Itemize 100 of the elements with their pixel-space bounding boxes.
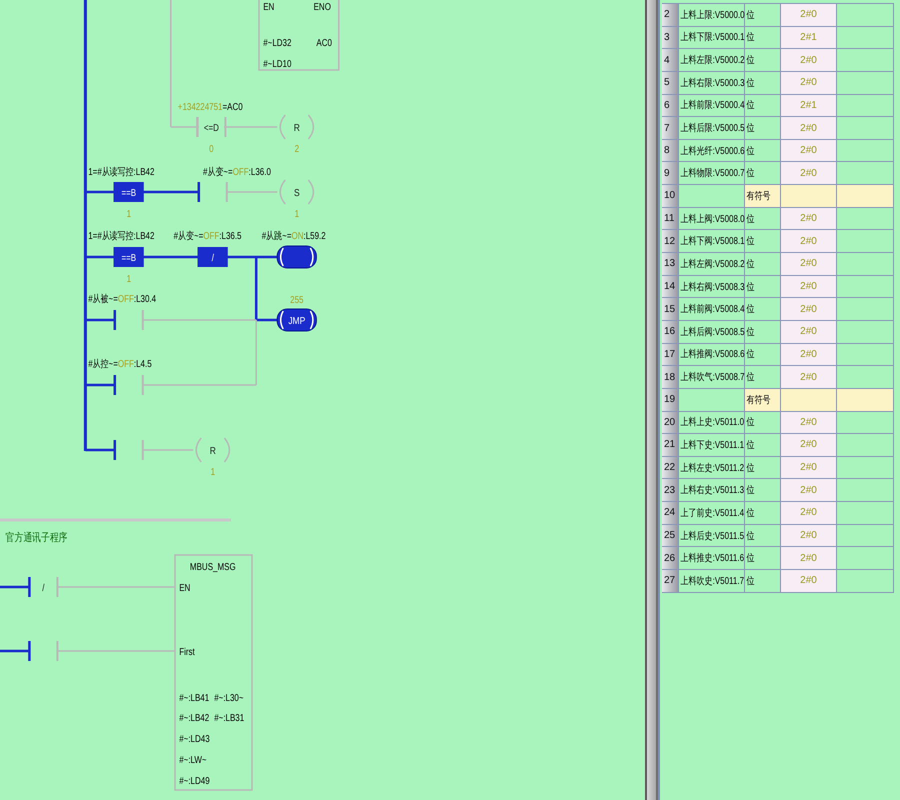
table-cell <box>837 524 894 548</box>
label: AC0 <box>316 37 332 48</box>
table-cell: 上料物限:V5000.7 <box>679 162 745 186</box>
compare-block: ==B <box>114 247 144 267</box>
table-cell: 位 <box>745 140 781 162</box>
table-cell <box>837 162 894 186</box>
table-cell: 2#1 <box>781 94 837 118</box>
table-cell: 上料左限:V5000.2 <box>679 49 745 72</box>
table-cell: 位 <box>745 253 781 276</box>
row-number: 25 <box>662 524 679 548</box>
parameter-value: 1 <box>126 208 132 220</box>
table-cell <box>781 388 837 412</box>
row-number: 2 <box>662 4 679 27</box>
splitter-bar[interactable] <box>645 0 658 800</box>
row-number: 24 <box>662 502 679 525</box>
table-cell: 上料后限:V5000.5 <box>679 117 745 140</box>
table-cell: 2#0 <box>781 524 837 548</box>
table-cell: 2#0 <box>781 117 837 140</box>
table-cell: 2#0 <box>781 320 837 344</box>
label: #~:LW~ <box>179 754 207 766</box>
table-cell: 位 <box>745 412 781 434</box>
table-cell: 位 <box>745 4 781 27</box>
wire <box>142 190 199 194</box>
table-cell: 上料右史:V5011.3 <box>679 479 745 502</box>
table-cell <box>837 94 894 118</box>
row-number: 9 <box>662 162 679 186</box>
table-cell <box>837 502 894 525</box>
row-number: 4 <box>662 49 679 72</box>
table-cell: 位 <box>745 298 781 321</box>
coil: JMP <box>276 308 317 332</box>
table-cell: 位 <box>745 276 781 298</box>
parameter-value: 1 <box>210 466 216 478</box>
row-number: 6 <box>662 94 679 118</box>
label: #~:LB42 <box>179 712 210 724</box>
table-cell: 2#0 <box>781 344 837 366</box>
table-cell: 上料右限:V5000.3 <box>679 72 745 95</box>
table-cell <box>837 185 894 208</box>
wire <box>142 256 199 258</box>
row-number: 19 <box>662 388 679 412</box>
table-cell: 上料上限:V5000.0 <box>679 4 745 27</box>
table-cell: 位 <box>745 366 781 389</box>
row-number: 20 <box>662 412 679 434</box>
table-cell <box>837 366 894 389</box>
table-cell: 上料吹气:V5008.7 <box>679 366 745 389</box>
contact: / <box>28 577 58 597</box>
label: EN <box>179 582 190 594</box>
wire <box>0 650 30 652</box>
table-cell: 2#0 <box>781 366 837 389</box>
table-cell: 上料上史:V5011.0 <box>679 412 745 434</box>
table-cell: 上料后阀:V5008.5 <box>679 320 745 344</box>
row-number: 17 <box>662 344 679 366</box>
wire <box>85 318 115 322</box>
operand-label: #从变~=OFF:L36.0 <box>203 166 271 178</box>
table-cell: 2#0 <box>781 253 837 276</box>
table-cell: 上料下阀:V5008.1 <box>679 230 745 254</box>
table-cell: 位 <box>745 547 781 570</box>
label: #~LD10 <box>263 58 292 70</box>
table-cell <box>837 412 894 434</box>
label: #~:L30~ <box>214 692 244 704</box>
wire <box>0 586 30 588</box>
table-cell: 位 <box>745 208 781 230</box>
table-cell: 2#0 <box>781 4 837 27</box>
label: MBUS_MSG <box>190 561 236 572</box>
wire <box>85 448 115 452</box>
label: First <box>179 646 195 658</box>
table-cell <box>837 140 894 162</box>
table-cell: 位 <box>745 479 781 502</box>
table-cell: 上料左阀:V5008.2 <box>679 253 745 276</box>
table-cell <box>837 570 894 593</box>
row-number: 18 <box>662 366 679 389</box>
table-cell: 上料推史:V5011.6 <box>679 547 745 570</box>
row-number: 5 <box>662 72 679 95</box>
table-cell: 2#0 <box>781 502 837 525</box>
row-number: 10 <box>662 185 679 208</box>
operand-label: #从跳~=ON:L59.2 <box>262 230 326 242</box>
table-cell: 位 <box>745 502 781 525</box>
label: #~:LB31 <box>214 712 244 724</box>
table-cell: 上料推阀:V5008.6 <box>679 344 745 366</box>
table-cell <box>837 388 894 412</box>
row-number: 11 <box>662 208 679 230</box>
table-cell: 有符号 <box>745 185 781 208</box>
table-cell: 上料前阀:V5008.4 <box>679 298 745 321</box>
table-cell: 上料光纤:V5000.6 <box>679 140 745 162</box>
table-cell: 上了前史:V5011.4 <box>679 502 745 525</box>
table-cell: 位 <box>745 344 781 366</box>
parameter-value: 2 <box>294 143 300 154</box>
table-cell <box>837 26 894 50</box>
table-cell: 2#0 <box>781 298 837 321</box>
table-cell: 2#0 <box>781 547 837 570</box>
row-number: 13 <box>662 253 679 276</box>
wire <box>226 191 278 193</box>
wire <box>85 384 115 386</box>
table-cell: 位 <box>745 94 781 118</box>
table-cell <box>679 185 745 208</box>
table-cell: 位 <box>745 26 781 50</box>
row-number: 16 <box>662 320 679 344</box>
row-number: 26 <box>662 547 679 570</box>
table-cell: 2#1 <box>781 26 837 50</box>
label: #~:LD43 <box>179 733 210 744</box>
table-cell: 2#0 <box>781 162 837 186</box>
